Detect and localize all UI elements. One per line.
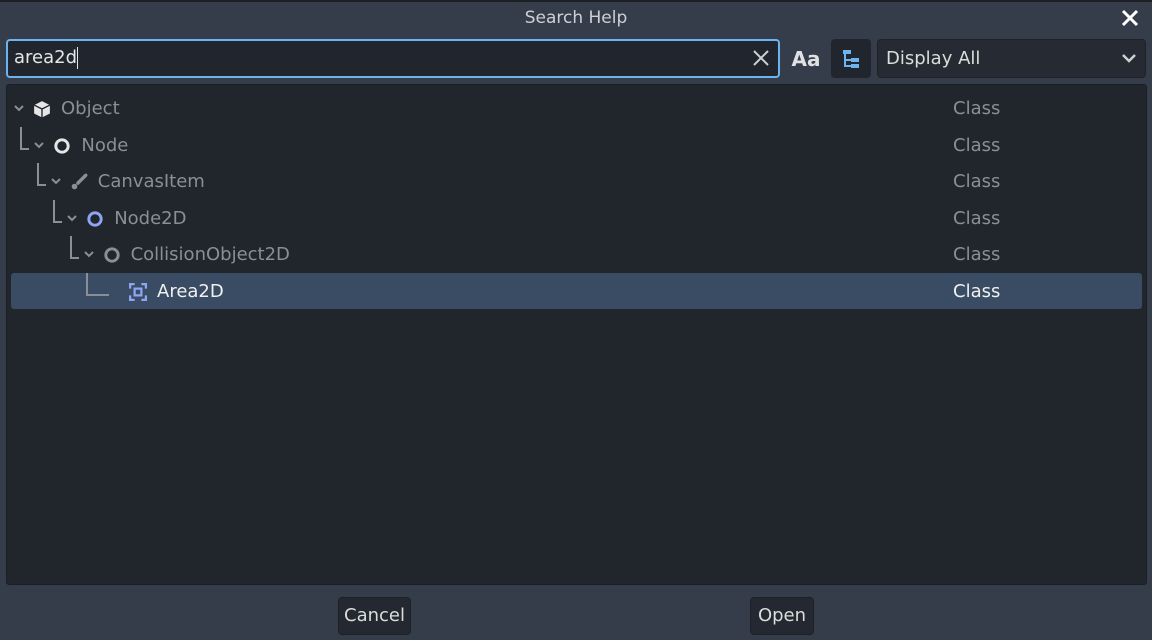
tree-connector (36, 163, 46, 187)
chevron-down-icon[interactable] (83, 250, 95, 260)
node2d-icon (87, 211, 103, 227)
chevron-down-icon[interactable] (50, 177, 62, 187)
tree-item-name: Node2D (114, 207, 187, 229)
tree-connector (86, 273, 109, 296)
tree-item-kind: Class (953, 98, 1001, 119)
area2d-icon (129, 283, 147, 301)
display-filter-value: Display All (886, 48, 981, 69)
tree-item-name: Node (81, 134, 129, 156)
chevron-down-icon[interactable] (13, 104, 25, 114)
tree-item-kind: Class (953, 207, 1001, 229)
text-caret (77, 47, 79, 69)
tree-item-kind: Class (953, 244, 1001, 266)
tree-item-name: CanvasItem (97, 171, 205, 193)
open-button[interactable]: Open (750, 597, 814, 635)
tree-item-name: CollisionObject2D (130, 244, 290, 266)
tree-item-kind: Class (953, 134, 1001, 156)
tree-item-kind: Class (953, 281, 1001, 302)
node-icon (54, 137, 71, 154)
search-input[interactable]: area2d (6, 39, 780, 78)
chevron-down-icon[interactable] (66, 214, 78, 224)
canvas-item-icon (71, 173, 88, 190)
clear-search-icon[interactable] (752, 49, 770, 67)
collision-object2d-icon (103, 247, 120, 264)
search-value: area2d (14, 47, 78, 68)
tree-item-node2d[interactable]: Node2D Class (11, 199, 1142, 236)
tree-connector (53, 199, 63, 223)
tree-item-node[interactable]: Node Class (11, 126, 1142, 163)
cancel-button[interactable]: Cancel (338, 597, 411, 635)
tree-item-kind: Class (953, 171, 1001, 193)
tree-connector (69, 236, 79, 260)
hierarchy-toggle-button[interactable] (831, 39, 871, 78)
dialog-title: Search Help (524, 8, 628, 28)
window-edge (0, 0, 1152, 2)
tree-item-collisionobject2d[interactable]: CollisionObject2D Class (11, 236, 1142, 272)
close-icon[interactable] (1118, 6, 1142, 30)
object-icon (33, 101, 51, 118)
tree-item-name: Area2D (157, 281, 224, 302)
tree-item-name: Object (61, 98, 120, 119)
case-sensitive-button[interactable]: Aa (788, 40, 824, 78)
tree-item-area2d[interactable]: Area2D Class (11, 273, 1142, 309)
tree-item-object[interactable]: Object Class (11, 90, 1142, 126)
tree-connector (20, 126, 30, 150)
search-results-tree[interactable]: Object Class Node Class CanvasItem Class Node2… (6, 84, 1147, 585)
display-filter-select[interactable]: Display All (877, 39, 1146, 78)
chevron-down-icon[interactable] (33, 141, 45, 151)
chevron-down-icon (1122, 54, 1136, 63)
hierarchy-icon (843, 49, 859, 68)
tree-item-canvasitem[interactable]: CanvasItem Class (11, 163, 1142, 199)
